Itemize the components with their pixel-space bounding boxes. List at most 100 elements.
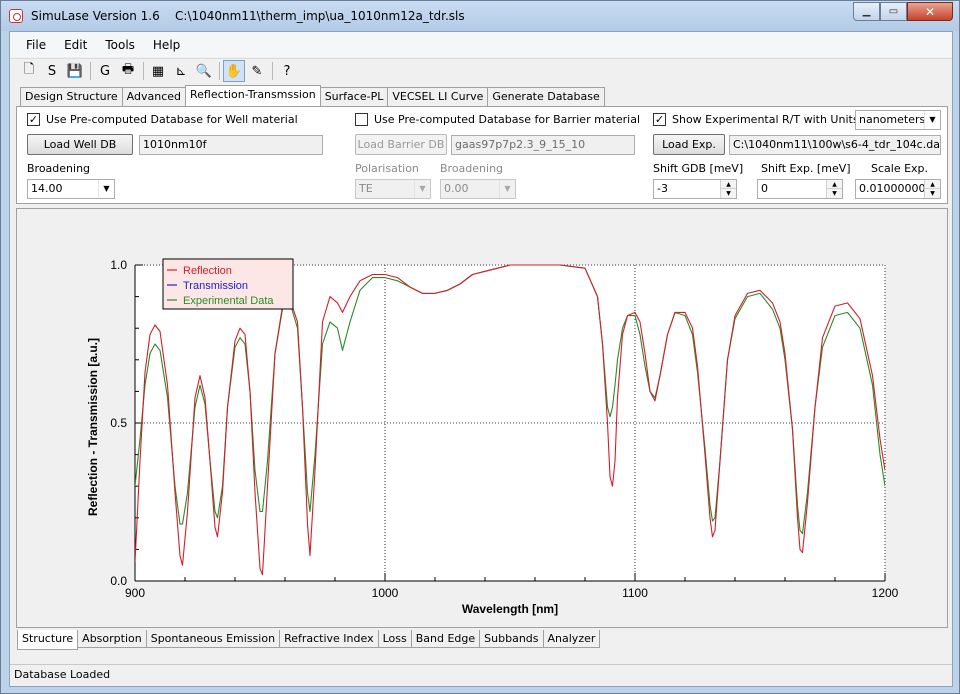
- spin-down-icon[interactable]: ▼: [924, 189, 940, 198]
- barrier-broadening-select[interactable]: 0.00 ▼: [440, 179, 516, 199]
- settings-panel: ✓ Use Pre-computed Database for Well mat…: [16, 106, 948, 204]
- spin-up-icon[interactable]: ▲: [826, 180, 842, 189]
- shift-gdb-label: Shift GDB [meV]: [653, 162, 744, 175]
- window-controls: ▁ ▭ ✕: [853, 2, 953, 22]
- x-tick-label: 900: [125, 586, 145, 600]
- scale-exp-value: 0.010000000: [859, 182, 933, 195]
- g-icon[interactable]: G: [94, 60, 116, 82]
- load-barrier-db-button[interactable]: Load Barrier DB: [355, 134, 447, 155]
- btab-structure[interactable]: Structure: [17, 630, 79, 650]
- well-db-field[interactable]: 1010nm10f: [139, 135, 323, 155]
- status-bar: Database Loaded: [10, 664, 952, 686]
- toolbar-separator: [90, 62, 91, 80]
- s-icon[interactable]: S: [41, 60, 63, 82]
- polarisation-label: Polarisation: [355, 162, 419, 175]
- maximize-button[interactable]: ▭: [880, 2, 907, 21]
- scale-exp-spinner[interactable]: 0.010000000 ▲ ▼: [855, 179, 941, 199]
- btab-analyzer[interactable]: Analyzer: [542, 630, 601, 648]
- x-tick-label: 1100: [622, 586, 648, 600]
- client-area: File Edit Tools Help 🗋 S 💾 G 🖶 ▦ ⊾ 🔍 ✋ ✎? Design …: [9, 31, 953, 687]
- new-icon[interactable]: 🗋: [18, 60, 40, 82]
- shift-gdb-spinner[interactable]: -3 ▲ ▼: [653, 179, 737, 199]
- y-axis-title: Reflection - Transmission [a.u.]: [86, 338, 100, 516]
- spin-up-icon[interactable]: ▲: [720, 180, 736, 189]
- btab-subbands[interactable]: Subbands: [479, 630, 544, 648]
- menu-help[interactable]: Help: [144, 38, 189, 52]
- well-broadening-value: 14.00: [31, 182, 63, 195]
- spin-down-icon[interactable]: ▼: [826, 189, 842, 198]
- show-experimental-checkbox[interactable]: ✓ Show Experimental R/T with Units in: [653, 113, 872, 126]
- tab-design-structure[interactable]: Design Structure: [20, 87, 123, 106]
- eraser-icon[interactable]: ✎: [246, 60, 268, 82]
- spin-down-icon[interactable]: ▼: [720, 189, 736, 198]
- btab-band-edge[interactable]: Band Edge: [410, 630, 481, 648]
- well-broadening-label: Broadening: [27, 162, 91, 175]
- units-select[interactable]: nanometers ▼: [855, 110, 941, 130]
- show-experimental-check-box[interactable]: ✓: [653, 113, 666, 126]
- top-tab-strip: Design Structure Advanced Reflection-Tra…: [20, 85, 605, 107]
- polarisation-select[interactable]: TE ▼: [355, 179, 431, 199]
- chevron-down-icon[interactable]: ▼: [924, 111, 940, 129]
- scale-exp-label: Scale Exp.: [871, 162, 929, 175]
- shift-exp-spinner[interactable]: 0 ▲ ▼: [757, 179, 843, 199]
- menu-tools[interactable]: Tools: [96, 38, 144, 52]
- legend-label: Transmission: [183, 280, 248, 292]
- toolbar-separator: [219, 62, 220, 80]
- bottom-tab-strip: Structure Absorption Spontaneous Emissio…: [17, 630, 601, 650]
- menu-edit[interactable]: Edit: [55, 38, 96, 52]
- zoom-icon[interactable]: 🔍: [193, 60, 215, 82]
- y-tick-label: 0.0: [110, 574, 127, 588]
- tab-reflection-transmission[interactable]: Reflection-Transmssion: [185, 85, 321, 106]
- menu-file[interactable]: File: [10, 38, 55, 52]
- help-icon[interactable]: ?: [276, 60, 298, 82]
- axis-icon[interactable]: ⊾: [170, 60, 192, 82]
- chevron-down-icon[interactable]: ▼: [414, 180, 430, 198]
- load-exp-button[interactable]: Load Exp.: [653, 134, 725, 155]
- tab-generate-database[interactable]: Generate Database: [487, 87, 605, 106]
- toolbar: 🗋 S 💾 G 🖶 ▦ ⊾ 🔍 ✋ ✎?: [10, 58, 952, 83]
- units-value: nanometers: [859, 113, 926, 126]
- load-well-db-button[interactable]: Load Well DB: [27, 134, 133, 155]
- x-tick-label: 1000: [372, 586, 399, 600]
- grid-icon[interactable]: ▦: [147, 60, 169, 82]
- tab-surface-pl[interactable]: Surface-PL: [319, 87, 389, 106]
- tab-vecsel-li-curve[interactable]: VECSEL LI Curve: [387, 87, 489, 106]
- polarisation-value: TE: [359, 182, 373, 195]
- window-title: SimuLase Version 1.6 C:\1040nm11\therm_i…: [31, 9, 465, 23]
- close-button[interactable]: ✕: [907, 2, 953, 21]
- barrier-db-checkbox-label: Use Pre-computed Database for Barrier ma…: [374, 113, 641, 126]
- y-tick-label: 1.0: [110, 258, 127, 272]
- rt-chart[interactable]: 900 1000 1100 1200 0.0 0.5 1.0 Wavelength [nm] R…: [17, 209, 947, 627]
- app-window: SimuLase Version 1.6 C:\1040nm11\therm_i…: [0, 0, 960, 694]
- barrier-db-check-box[interactable]: [355, 113, 368, 126]
- app-logo-icon: [9, 9, 23, 23]
- btab-spontaneous-emission[interactable]: Spontaneous Emission: [145, 630, 281, 648]
- y-tick-label: 0.5: [110, 416, 127, 430]
- barrier-db-checkbox[interactable]: Use Pre-computed Database for Barrier ma…: [355, 113, 640, 126]
- chevron-down-icon[interactable]: ▼: [499, 180, 515, 198]
- print-icon[interactable]: 🖶: [117, 60, 139, 82]
- well-broadening-select[interactable]: 14.00 ▼: [27, 179, 115, 199]
- exp-file-path-field[interactable]: C:\1040nm11\100w\s6-4_tdr_104c.dat: [729, 135, 941, 155]
- barrier-broadening-value: 0.00: [444, 182, 469, 195]
- btab-absorption[interactable]: Absorption: [77, 630, 147, 648]
- barrier-broadening-label: Broadening: [440, 162, 504, 175]
- well-db-check-box[interactable]: ✓: [27, 113, 40, 126]
- minimize-button[interactable]: ▁: [853, 2, 880, 21]
- legend-label: Experimental Data: [183, 295, 274, 307]
- title-bar[interactable]: SimuLase Version 1.6 C:\1040nm11\therm_i…: [1, 1, 959, 31]
- x-axis-title: Wavelength [nm]: [462, 602, 558, 616]
- tab-advanced[interactable]: Advanced: [121, 87, 186, 106]
- btab-loss[interactable]: Loss: [377, 630, 412, 648]
- spin-up-icon[interactable]: ▲: [924, 180, 940, 189]
- well-db-checkbox-label: Use Pre-computed Database for Well mater…: [46, 113, 298, 126]
- chevron-down-icon[interactable]: ▼: [98, 180, 114, 198]
- show-experimental-label: Show Experimental R/T with Units in: [672, 113, 873, 126]
- barrier-db-field[interactable]: gaas97p7p2.3_9_15_10: [451, 135, 635, 155]
- btab-refractive-index[interactable]: Refractive Index: [279, 630, 379, 648]
- well-db-checkbox[interactable]: ✓ Use Pre-computed Database for Well mat…: [27, 113, 298, 126]
- shift-exp-label: Shift Exp. [meV]: [761, 162, 851, 175]
- pan-icon[interactable]: ✋: [223, 60, 245, 82]
- save-icon[interactable]: 💾: [64, 60, 86, 82]
- chart-frame: 900 1000 1100 1200 0.0 0.5 1.0 Wavelength [nm] R…: [16, 208, 948, 628]
